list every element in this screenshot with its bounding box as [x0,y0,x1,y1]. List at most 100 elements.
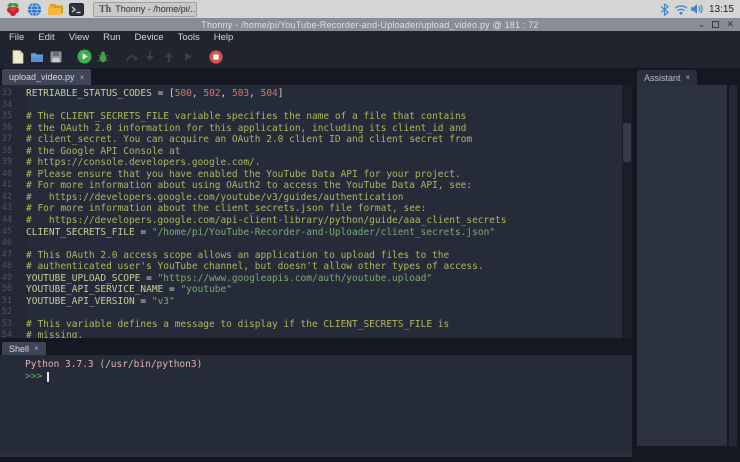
line-number: 42 [1,191,12,202]
code-text: # https://console.developers.google.com/… [26,157,261,169]
menu-item-help[interactable]: Help [207,31,241,45]
window-titlebar[interactable]: Thonny - /home/pi/YouTube-Recorder-and-U… [0,18,740,31]
code-line: 34 [0,100,622,112]
thonny-icon: Th [99,3,112,15]
step-out-button[interactable] [160,47,178,67]
line-number: 41 [1,180,12,191]
web-browser-icon[interactable] [25,1,43,17]
code-text: # The CLIENT_SECRETS_FILE variable speci… [26,111,467,123]
taskbar-window-button[interactable]: Th Thonny - /home/pi/... [93,1,197,17]
desktop: Th Thonny - /home/pi/... 13:15 Thonny - [0,0,740,462]
close-icon[interactable]: ✕ [726,18,734,31]
code-lines: 33 RETRIABLE_STATUS_CODES = [500, 502, 50… [0,85,622,338]
terminal-icon[interactable] [67,1,85,17]
code-text: # the Google API Console at [26,145,181,157]
maximize-icon[interactable] [712,21,720,28]
line-number: 43 [1,203,12,214]
menu-item-view[interactable]: View [62,31,96,45]
save-file-button[interactable] [47,47,65,67]
code-text: CLIENT_SECRETS_FILE = "/home/pi/YouTube-… [26,226,496,238]
step-into-button[interactable] [141,47,159,67]
line-number: 48 [1,261,12,272]
step-over-button[interactable] [122,47,140,67]
code-text: YOUTUBE_UPLOAD_SCOPE = "https://www.goog… [26,272,433,284]
stop-button[interactable] [207,47,225,67]
code-line: 53 # This variable defines a message to d… [0,319,622,331]
tab-label: Shell [9,343,30,354]
open-file-button[interactable] [28,47,46,67]
code-line: 45 CLIENT_SECRETS_FILE = "/home/pi/YouTub… [0,227,622,239]
new-file-button[interactable] [9,47,27,67]
code-text: YOUTUBE_API_VERSION = "v3" [26,295,175,307]
debug-script-button[interactable] [94,47,112,67]
tab-label: Assistant [644,72,681,83]
line-number: 49 [1,272,12,283]
shell-welcome-text: Python 3.7.3 (/usr/bin/python3) [25,359,203,370]
code-text: # authenticated user's YouTube channel, … [26,261,484,273]
line-number: 46 [1,238,12,249]
code-text: # This variable defines a message to dis… [26,318,450,330]
file-manager-icon[interactable] [46,1,64,17]
tab-assistant[interactable]: Assistant × [637,70,698,85]
code-text: # For more information about using OAuth… [26,180,473,192]
line-number: 39 [1,157,12,168]
tab-close-icon[interactable]: × [34,344,39,353]
tab-close-icon[interactable]: × [686,73,691,82]
bluetooth-icon[interactable] [657,1,673,17]
shell-panel[interactable]: Python 3.7.3 (/usr/bin/python3) >>> [0,355,632,457]
wifi-icon[interactable] [673,1,689,17]
assistant-panel [637,85,727,446]
menu-item-device[interactable]: Device [128,31,171,45]
line-number: 44 [1,215,12,226]
code-line: 52 [0,307,622,319]
menu-item-tools[interactable]: Tools [171,31,207,45]
code-text: # For more information about the client_… [26,203,427,215]
line-number: 40 [1,168,12,179]
code-line: 47 # This OAuth 2.0 access scope allows a… [0,250,622,262]
line-number: 34 [1,99,12,110]
menu-item-file[interactable]: File [2,31,31,45]
code-line: 33 RETRIABLE_STATUS_CODES = [500, 502, 50… [0,88,622,100]
line-number: 47 [1,249,12,260]
code-line: 35 # The CLIENT_SECRETS_FILE variable spe… [0,111,622,123]
editor-scrollbar[interactable] [622,85,632,338]
taskbar-clock[interactable]: 13:15 [709,4,734,15]
code-line: 41 # For more information about using OAu… [0,180,622,192]
menubar: File Edit View Run Device Tools Help [0,31,740,45]
line-number: 36 [1,122,12,133]
volume-icon[interactable] [689,1,705,17]
assistant-scrollbar[interactable] [729,85,737,446]
code-line: 37 # client_secret. You can acquire an OA… [0,134,622,146]
run-script-button[interactable] [75,47,93,67]
shell-hscrollbar[interactable] [0,452,632,457]
code-text: # https://developers.google.com/api-clie… [26,215,507,227]
code-text: # https://developers.google.com/youtube/… [26,191,404,203]
code-line: 50 YOUTUBE_API_SERVICE_NAME = "youtube" [0,284,622,296]
code-line: 49 YOUTUBE_UPLOAD_SCOPE = "https://www.go… [0,273,622,285]
tab-shell[interactable]: Shell × [2,342,46,355]
raspberry-menu-icon[interactable] [4,1,22,17]
code-line: 42 # https://developers.google.com/youtub… [0,192,622,204]
editor-scrollbar-thumb[interactable] [623,123,631,162]
code-text: # client_secret. You can acquire an OAut… [26,134,473,146]
taskbar: Th Thonny - /home/pi/... 13:15 [0,0,740,18]
line-number: 45 [1,226,12,237]
window-title: Thonny - /home/pi/YouTube-Recorder-and-U… [201,19,539,30]
code-line: 40 # Please ensure that you have enabled … [0,169,622,181]
line-number: 53 [1,318,12,329]
resume-button[interactable] [179,47,197,67]
code-editor[interactable]: 33 RETRIABLE_STATUS_CODES = [500, 502, 50… [0,85,622,338]
minimize-icon[interactable]: ⌄ [698,18,706,31]
code-line: 46 [0,238,622,250]
line-number: 37 [1,134,12,145]
tab-upload-video[interactable]: upload_video.py × [2,69,92,85]
tab-close-icon[interactable]: × [80,73,85,82]
menu-item-edit[interactable]: Edit [31,31,61,45]
code-line: 38 # the Google API Console at [0,146,622,158]
code-line: 39 # https://console.developers.google.co… [0,157,622,169]
menu-item-run[interactable]: Run [96,31,127,45]
code-text: # the OAuth 2.0 information for this app… [26,122,467,134]
toolbar [0,45,740,68]
